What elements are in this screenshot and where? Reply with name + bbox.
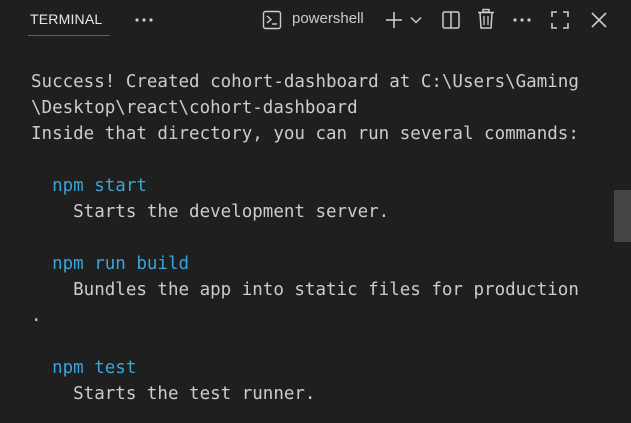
ellipsis-icon[interactable] — [133, 10, 155, 30]
tab-terminal[interactable]: TERMINAL — [28, 0, 104, 37]
terminal-line: Starts the development server. — [31, 202, 390, 222]
scrollbar-thumb[interactable] — [614, 190, 631, 242]
active-tab-indicator — [28, 35, 110, 36]
close-icon[interactable] — [588, 9, 610, 31]
terminal-line: Success! Created cohort-dashboard at C:\… — [31, 72, 579, 92]
terminal-line: Inside that directory, you can run sever… — [31, 124, 579, 144]
terminal-header: TERMINAL powershell — [0, 0, 631, 40]
terminal-icon[interactable] — [261, 9, 283, 31]
tab-terminal-label: TERMINAL — [30, 10, 103, 27]
maximize-icon[interactable] — [549, 9, 571, 31]
terminal-line: \Desktop\react\cohort-dashboard — [31, 98, 358, 118]
split-icon[interactable] — [440, 9, 462, 31]
terminal-line: Starts the test runner. — [31, 384, 316, 404]
ellipsis-icon[interactable] — [511, 10, 533, 30]
terminal-command-line: npm start — [31, 176, 147, 196]
terminal-line: Bundles the app into static files for pr… — [31, 280, 579, 300]
shell-name[interactable]: powershell — [292, 10, 364, 27]
terminal-command-line: npm test — [31, 358, 137, 378]
trash-icon[interactable] — [475, 8, 497, 30]
terminal-panel: TERMINAL powershell Success! Created coh… — [0, 0, 631, 423]
plus-icon[interactable] — [383, 9, 405, 31]
terminal-command-line: npm run build — [31, 254, 190, 274]
chevron-down-icon[interactable] — [409, 13, 423, 27]
terminal-line: . — [31, 306, 42, 326]
